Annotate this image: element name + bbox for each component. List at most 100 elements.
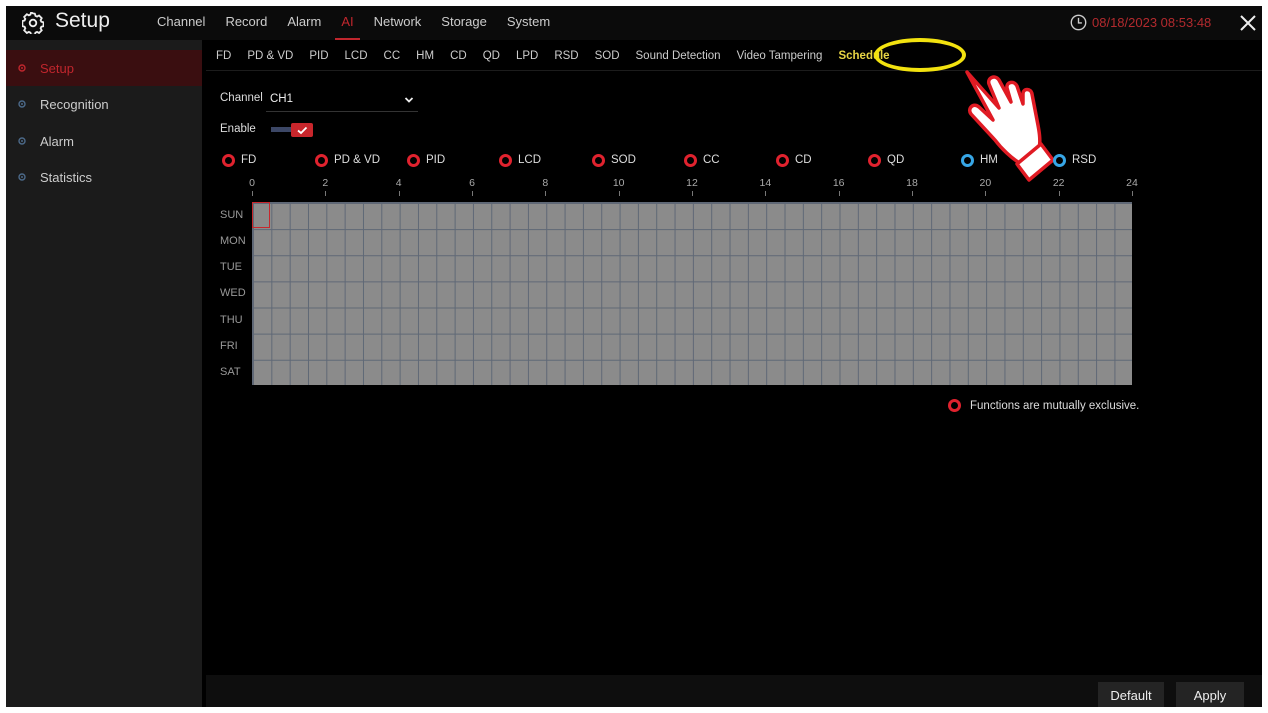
schedule-grid[interactable]: [252, 202, 1132, 385]
channel-value: CH1: [270, 93, 294, 105]
sidebar-item-label: Setup: [40, 60, 74, 76]
hour-label: 22: [1052, 177, 1065, 189]
exclusive-note-text: Functions are mutually exclusive.: [970, 399, 1140, 412]
chevron-down-icon: [404, 97, 414, 103]
function-radio-fd[interactable]: FD: [222, 153, 256, 167]
subtab-lcd[interactable]: LCD: [337, 40, 376, 72]
gear-icon: [22, 12, 44, 34]
function-radio-cc[interactable]: CC: [684, 153, 720, 167]
radio-circle-icon: [315, 153, 328, 167]
schedule-cursor-cell: [252, 202, 270, 228]
function-radio-cd[interactable]: CD: [776, 153, 812, 167]
tab-storage[interactable]: Storage: [431, 6, 497, 40]
channel-select[interactable]: CH1: [266, 89, 418, 112]
hour-label: 16: [832, 177, 845, 189]
function-label: QD: [887, 154, 905, 166]
app-title: Setup: [55, 9, 110, 32]
hour-tick: [398, 191, 400, 196]
enable-toggle[interactable]: [271, 123, 313, 137]
function-label: CC: [703, 154, 720, 166]
hour-label: 24: [1126, 177, 1138, 189]
sub-nav-divider: [206, 70, 1262, 71]
apply-button[interactable]: Apply: [1176, 682, 1244, 707]
function-label: RSD: [1072, 154, 1097, 166]
tab-record[interactable]: Record: [215, 6, 277, 40]
hour-label: 0: [249, 177, 255, 189]
sidebar-item-label: Statistics: [40, 169, 93, 185]
day-label-mon: MON: [220, 235, 246, 248]
function-radio-rsd[interactable]: RSD: [1053, 153, 1096, 167]
hour-tick: [692, 191, 693, 196]
function-radio-hm[interactable]: HM: [961, 153, 998, 167]
hour-label: 4: [395, 177, 402, 189]
day-label-fri: FRI: [220, 339, 238, 352]
hour-tick: [472, 191, 473, 196]
hour-label: 6: [469, 177, 475, 189]
hour-tick: [618, 191, 620, 196]
default-button[interactable]: Default: [1098, 682, 1164, 707]
function-label: PD & VD: [334, 154, 381, 166]
subtab-fd[interactable]: FD: [208, 40, 239, 72]
day-label-wed: WED: [220, 287, 246, 300]
tab-ai[interactable]: AI: [331, 6, 363, 40]
exclusive-note: Functions are mutually exclusive.: [948, 399, 1139, 412]
top-bar: Setup Channel Record Alarm AI Network Storage…: [6, 6, 1262, 40]
hour-axis: 0 2 4 6 8 10 12 14 16 18 20 22 24: [249, 177, 1138, 203]
radio-circle-icon: [868, 153, 881, 167]
hour-tick: [1132, 191, 1133, 196]
sidebar-item-label: Recognition: [40, 96, 109, 112]
hour-label: 18: [906, 177, 918, 189]
function-radio-pd-vd[interactable]: PD & VD: [315, 153, 380, 167]
radio-circle-icon: [222, 153, 235, 167]
pointing-hand-icon: [965, 70, 1055, 182]
tab-system[interactable]: System: [497, 6, 560, 40]
subtab-schedule[interactable]: Schedule: [830, 40, 897, 72]
function-label: CD: [795, 154, 812, 166]
sidebar-item-recognition[interactable]: Recognition: [6, 86, 202, 122]
subtab-cc[interactable]: CC: [376, 40, 409, 72]
function-label: FD: [241, 154, 257, 166]
hour-tick: [325, 191, 327, 196]
close-icon[interactable]: [1238, 13, 1258, 33]
hour-tick: [765, 191, 767, 196]
sidebar-item-label: Alarm: [40, 133, 74, 149]
subtab-qd[interactable]: QD: [475, 40, 508, 72]
function-radio-lcd[interactable]: LCD: [499, 153, 541, 167]
function-label: LCD: [518, 154, 542, 166]
sidebar-item-alarm[interactable]: Alarm: [6, 123, 202, 159]
bullet-icon: [18, 100, 26, 108]
bullet-icon: [18, 173, 26, 181]
subtab-pd-vd[interactable]: PD & VD: [239, 40, 301, 72]
function-radio-sod[interactable]: SOD: [592, 153, 636, 167]
sidebar-item-statistics[interactable]: Statistics: [6, 159, 202, 195]
function-radio-pid[interactable]: PID: [407, 153, 445, 167]
bullet-icon: [18, 137, 26, 145]
subtab-sod[interactable]: SOD: [587, 40, 628, 72]
radio-circle-icon: [499, 153, 512, 167]
red-circle-icon: [948, 399, 961, 412]
tab-channel[interactable]: Channel: [147, 6, 215, 40]
subtab-hm[interactable]: HM: [408, 40, 442, 72]
hour-tick: [1058, 191, 1060, 196]
top-nav: Channel Record Alarm AI Network Storage System: [147, 6, 560, 40]
sidebar-item-setup[interactable]: Setup: [6, 50, 202, 86]
subtab-rsd[interactable]: RSD: [546, 40, 586, 72]
radio-circle-icon: [961, 153, 974, 167]
sidebar: Setup Recognition Alarm Statistics: [6, 40, 202, 707]
tab-network[interactable]: Network: [364, 6, 432, 40]
hour-label: 20: [979, 177, 992, 189]
function-label: PID: [426, 154, 446, 166]
subtab-cd[interactable]: CD: [442, 40, 475, 72]
subtab-lpd[interactable]: LPD: [508, 40, 546, 72]
subtab-sound-detection[interactable]: Sound Detection: [628, 40, 729, 72]
function-label: SOD: [611, 154, 636, 166]
day-label-tue: TUE: [220, 261, 242, 274]
radio-circle-icon: [592, 153, 605, 167]
function-radio-qd[interactable]: QD: [868, 153, 904, 167]
subtab-pid[interactable]: PID: [301, 40, 336, 72]
subtab-video-tampering[interactable]: Video Tampering: [729, 40, 831, 72]
tab-alarm[interactable]: Alarm: [277, 6, 331, 40]
hour-tick: [545, 191, 547, 196]
day-label-sat: SAT: [220, 365, 241, 378]
bullet-icon: [18, 64, 26, 72]
